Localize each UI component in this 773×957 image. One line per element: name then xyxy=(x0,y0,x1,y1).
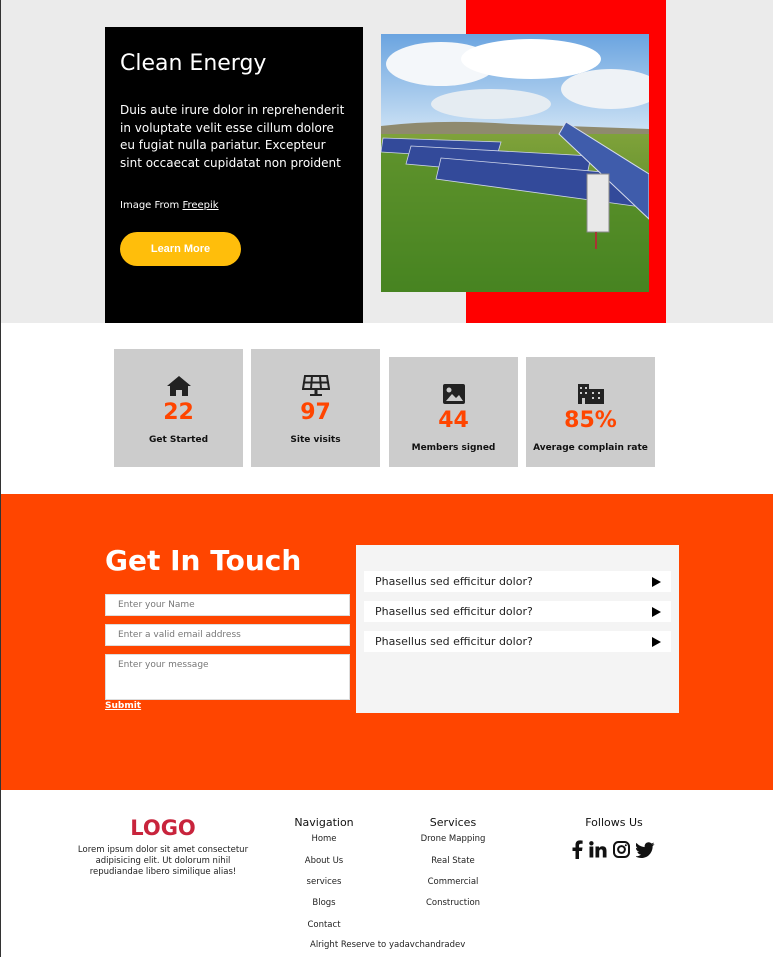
nav-link-about[interactable]: About Us xyxy=(274,856,374,866)
faq-item[interactable]: Phasellus sed efficitur dolor? xyxy=(364,601,671,622)
contact-section: Get In Touch Enter your Name Enter a val… xyxy=(1,494,773,790)
play-arrow-icon xyxy=(652,606,661,617)
stat-card-get-started: 22 Get Started xyxy=(114,349,243,467)
image-credit-prefix: Image From xyxy=(120,200,183,211)
stat-value: 22 xyxy=(163,400,194,425)
play-arrow-icon xyxy=(652,636,661,647)
hero-section: Clean Energy Duis aute irure dolor in re… xyxy=(1,0,773,323)
stat-label: Average complain rate xyxy=(533,443,648,453)
copyright-text: Alright Reserve to yadavchandradev xyxy=(310,940,466,950)
footer: LOGO Lorem ipsum dolor sit amet consecte… xyxy=(1,790,773,957)
nav-link-services[interactable]: services xyxy=(274,877,374,887)
hero-text: Duis aute irure dolor in reprehenderit i… xyxy=(120,103,345,170)
message-textarea[interactable]: Enter your message xyxy=(105,654,350,700)
hero-card: Clean Energy Duis aute irure dolor in re… xyxy=(105,27,363,323)
image-credit: Image From Freepik xyxy=(120,200,348,211)
navigation-title: Navigation xyxy=(294,816,354,829)
service-link-drone[interactable]: Drone Mapping xyxy=(393,834,513,844)
stat-card-complain-rate: 85% Average complain rate xyxy=(526,357,655,467)
service-link-real-state[interactable]: Real State xyxy=(393,856,513,866)
solar-panels-photo xyxy=(381,34,649,292)
faq-question: Phasellus sed efficitur dolor? xyxy=(375,605,533,618)
learn-more-button[interactable]: Learn More xyxy=(120,232,241,266)
stat-card-members: 44 Members signed xyxy=(389,357,518,467)
faq-question: Phasellus sed efficitur dolor? xyxy=(375,575,533,588)
faq-panel: Phasellus sed efficitur dolor? Phasellus… xyxy=(356,545,679,713)
faq-item[interactable]: Phasellus sed efficitur dolor? xyxy=(364,571,671,592)
stat-card-site-visits: 97 Site visits xyxy=(251,349,380,467)
stat-label: Get Started xyxy=(148,435,209,445)
linkedin-icon[interactable] xyxy=(589,841,607,858)
social-links xyxy=(571,840,655,859)
home-icon xyxy=(166,376,191,396)
footer-about-text: Lorem ipsum dolor sit amet consectetur a… xyxy=(77,845,249,877)
services-title: Services xyxy=(429,816,477,829)
solar-panel-icon xyxy=(301,375,330,396)
instagram-icon[interactable] xyxy=(613,841,630,858)
stat-value: 85% xyxy=(564,408,617,433)
stat-label: Site visits xyxy=(290,435,341,445)
stat-label: Members signed xyxy=(411,443,496,453)
stat-value: 44 xyxy=(438,408,469,433)
nav-link-blogs[interactable]: Blogs xyxy=(274,898,374,908)
service-link-construction[interactable]: Construction xyxy=(393,898,513,908)
contact-title: Get In Touch xyxy=(105,544,302,577)
service-link-commercial[interactable]: Commercial xyxy=(393,877,513,887)
building-icon xyxy=(577,384,604,404)
twitter-icon[interactable] xyxy=(636,841,655,858)
email-input[interactable]: Enter a valid email address xyxy=(105,624,350,646)
hero-title: Clean Energy xyxy=(120,51,267,76)
nav-link-home[interactable]: Home xyxy=(274,834,374,844)
image-icon xyxy=(442,384,465,404)
logo[interactable]: LOGO xyxy=(127,816,199,840)
name-input[interactable]: Enter your Name xyxy=(105,594,350,616)
faq-question: Phasellus sed efficitur dolor? xyxy=(375,635,533,648)
faq-item[interactable]: Phasellus sed efficitur dolor? xyxy=(364,631,671,652)
submit-button[interactable]: Submit xyxy=(105,701,141,711)
follow-title: Follows Us xyxy=(585,816,643,829)
freepik-link[interactable]: Freepik xyxy=(182,200,218,211)
nav-link-contact[interactable]: Contact xyxy=(274,920,374,930)
stat-value: 97 xyxy=(300,400,331,425)
play-arrow-icon xyxy=(652,576,661,587)
facebook-icon[interactable] xyxy=(571,840,583,859)
